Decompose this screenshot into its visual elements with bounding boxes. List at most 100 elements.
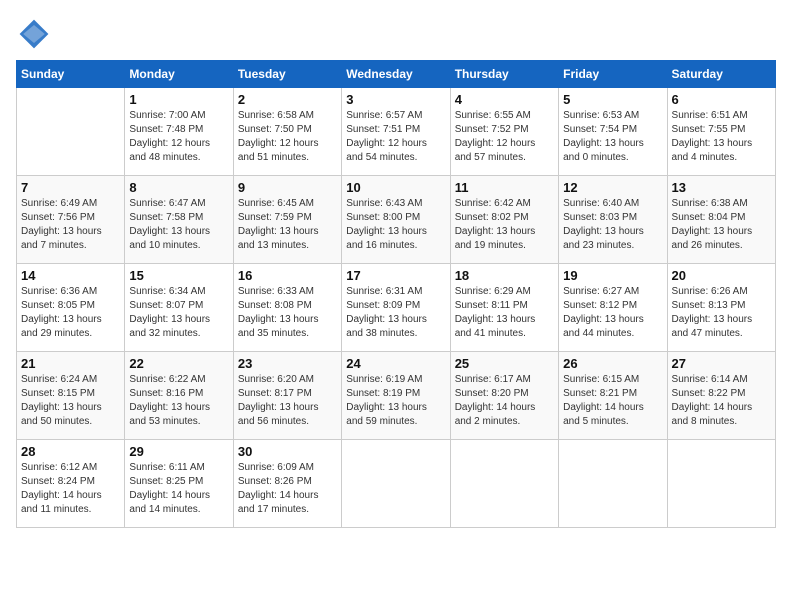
day-number: 2: [238, 92, 337, 107]
calendar-cell: 28 Sunrise: 6:12 AMSunset: 8:24 PMDaylig…: [17, 440, 125, 528]
day-info: Sunrise: 6:24 AMSunset: 8:15 PMDaylight:…: [21, 373, 120, 429]
calendar-cell: 10 Sunrise: 6:43 AMSunset: 8:00 PMDaylig…: [342, 176, 450, 264]
calendar-cell: 29 Sunrise: 6:11 AMSunset: 8:25 PMDaylig…: [125, 440, 233, 528]
day-number: 6: [672, 92, 771, 107]
day-number: 26: [563, 356, 662, 371]
calendar-cell: 9 Sunrise: 6:45 AMSunset: 7:59 PMDayligh…: [233, 176, 341, 264]
day-number: 1: [129, 92, 228, 107]
day-number: 17: [346, 268, 445, 283]
calendar-cell: 30 Sunrise: 6:09 AMSunset: 8:26 PMDaylig…: [233, 440, 341, 528]
day-info: Sunrise: 6:47 AMSunset: 7:58 PMDaylight:…: [129, 197, 228, 253]
day-info: Sunrise: 6:14 AMSunset: 8:22 PMDaylight:…: [672, 373, 771, 429]
day-info: Sunrise: 6:38 AMSunset: 8:04 PMDaylight:…: [672, 197, 771, 253]
weekday-header-monday: Monday: [125, 61, 233, 88]
day-number: 24: [346, 356, 445, 371]
calendar-cell: 16 Sunrise: 6:33 AMSunset: 8:08 PMDaylig…: [233, 264, 341, 352]
day-number: 13: [672, 180, 771, 195]
calendar-cell: 23 Sunrise: 6:20 AMSunset: 8:17 PMDaylig…: [233, 352, 341, 440]
calendar-cell: 14 Sunrise: 6:36 AMSunset: 8:05 PMDaylig…: [17, 264, 125, 352]
day-number: 20: [672, 268, 771, 283]
calendar-cell: [17, 88, 125, 176]
calendar-cell: 12 Sunrise: 6:40 AMSunset: 8:03 PMDaylig…: [559, 176, 667, 264]
calendar-cell: 13 Sunrise: 6:38 AMSunset: 8:04 PMDaylig…: [667, 176, 775, 264]
calendar-cell: 18 Sunrise: 6:29 AMSunset: 8:11 PMDaylig…: [450, 264, 558, 352]
day-info: Sunrise: 6:55 AMSunset: 7:52 PMDaylight:…: [455, 109, 554, 165]
calendar-cell: 11 Sunrise: 6:42 AMSunset: 8:02 PMDaylig…: [450, 176, 558, 264]
day-info: Sunrise: 6:17 AMSunset: 8:20 PMDaylight:…: [455, 373, 554, 429]
day-number: 19: [563, 268, 662, 283]
day-number: 7: [21, 180, 120, 195]
day-number: 23: [238, 356, 337, 371]
day-info: Sunrise: 6:27 AMSunset: 8:12 PMDaylight:…: [563, 285, 662, 341]
day-info: Sunrise: 6:45 AMSunset: 7:59 PMDaylight:…: [238, 197, 337, 253]
day-info: Sunrise: 6:43 AMSunset: 8:00 PMDaylight:…: [346, 197, 445, 253]
day-number: 22: [129, 356, 228, 371]
day-info: Sunrise: 6:53 AMSunset: 7:54 PMDaylight:…: [563, 109, 662, 165]
page-header: [16, 16, 776, 52]
calendar-cell: 24 Sunrise: 6:19 AMSunset: 8:19 PMDaylig…: [342, 352, 450, 440]
weekday-header-tuesday: Tuesday: [233, 61, 341, 88]
day-number: 28: [21, 444, 120, 459]
day-number: 15: [129, 268, 228, 283]
calendar-cell: 25 Sunrise: 6:17 AMSunset: 8:20 PMDaylig…: [450, 352, 558, 440]
day-info: Sunrise: 6:58 AMSunset: 7:50 PMDaylight:…: [238, 109, 337, 165]
calendar-cell: 22 Sunrise: 6:22 AMSunset: 8:16 PMDaylig…: [125, 352, 233, 440]
calendar-cell: 5 Sunrise: 6:53 AMSunset: 7:54 PMDayligh…: [559, 88, 667, 176]
day-info: Sunrise: 6:26 AMSunset: 8:13 PMDaylight:…: [672, 285, 771, 341]
calendar-cell: [667, 440, 775, 528]
day-info: Sunrise: 6:42 AMSunset: 8:02 PMDaylight:…: [455, 197, 554, 253]
weekday-header-thursday: Thursday: [450, 61, 558, 88]
day-number: 18: [455, 268, 554, 283]
day-number: 16: [238, 268, 337, 283]
day-number: 29: [129, 444, 228, 459]
day-number: 30: [238, 444, 337, 459]
day-info: Sunrise: 6:31 AMSunset: 8:09 PMDaylight:…: [346, 285, 445, 341]
calendar-cell: 2 Sunrise: 6:58 AMSunset: 7:50 PMDayligh…: [233, 88, 341, 176]
day-number: 8: [129, 180, 228, 195]
day-number: 11: [455, 180, 554, 195]
day-number: 9: [238, 180, 337, 195]
calendar-cell: 1 Sunrise: 7:00 AMSunset: 7:48 PMDayligh…: [125, 88, 233, 176]
day-number: 14: [21, 268, 120, 283]
day-info: Sunrise: 6:49 AMSunset: 7:56 PMDaylight:…: [21, 197, 120, 253]
calendar-cell: 4 Sunrise: 6:55 AMSunset: 7:52 PMDayligh…: [450, 88, 558, 176]
day-info: Sunrise: 6:15 AMSunset: 8:21 PMDaylight:…: [563, 373, 662, 429]
calendar-cell: 21 Sunrise: 6:24 AMSunset: 8:15 PMDaylig…: [17, 352, 125, 440]
day-info: Sunrise: 6:22 AMSunset: 8:16 PMDaylight:…: [129, 373, 228, 429]
calendar-cell: 6 Sunrise: 6:51 AMSunset: 7:55 PMDayligh…: [667, 88, 775, 176]
day-number: 10: [346, 180, 445, 195]
day-info: Sunrise: 6:29 AMSunset: 8:11 PMDaylight:…: [455, 285, 554, 341]
day-info: Sunrise: 6:36 AMSunset: 8:05 PMDaylight:…: [21, 285, 120, 341]
day-number: 3: [346, 92, 445, 107]
day-info: Sunrise: 6:09 AMSunset: 8:26 PMDaylight:…: [238, 461, 337, 517]
calendar-cell: [342, 440, 450, 528]
day-number: 25: [455, 356, 554, 371]
weekday-header-friday: Friday: [559, 61, 667, 88]
calendar-cell: 8 Sunrise: 6:47 AMSunset: 7:58 PMDayligh…: [125, 176, 233, 264]
day-info: Sunrise: 6:11 AMSunset: 8:25 PMDaylight:…: [129, 461, 228, 517]
day-number: 12: [563, 180, 662, 195]
weekday-header-wednesday: Wednesday: [342, 61, 450, 88]
day-info: Sunrise: 6:34 AMSunset: 8:07 PMDaylight:…: [129, 285, 228, 341]
calendar-cell: [559, 440, 667, 528]
calendar-cell: 26 Sunrise: 6:15 AMSunset: 8:21 PMDaylig…: [559, 352, 667, 440]
day-info: Sunrise: 6:51 AMSunset: 7:55 PMDaylight:…: [672, 109, 771, 165]
day-number: 4: [455, 92, 554, 107]
weekday-header-sunday: Sunday: [17, 61, 125, 88]
calendar-table: SundayMondayTuesdayWednesdayThursdayFrid…: [16, 60, 776, 528]
calendar-cell: 7 Sunrise: 6:49 AMSunset: 7:56 PMDayligh…: [17, 176, 125, 264]
day-info: Sunrise: 6:12 AMSunset: 8:24 PMDaylight:…: [21, 461, 120, 517]
day-info: Sunrise: 6:57 AMSunset: 7:51 PMDaylight:…: [346, 109, 445, 165]
weekday-header-saturday: Saturday: [667, 61, 775, 88]
calendar-cell: 20 Sunrise: 6:26 AMSunset: 8:13 PMDaylig…: [667, 264, 775, 352]
calendar-cell: [450, 440, 558, 528]
day-number: 27: [672, 356, 771, 371]
calendar-cell: 15 Sunrise: 6:34 AMSunset: 8:07 PMDaylig…: [125, 264, 233, 352]
logo: [16, 16, 56, 52]
calendar-cell: 3 Sunrise: 6:57 AMSunset: 7:51 PMDayligh…: [342, 88, 450, 176]
calendar-cell: 19 Sunrise: 6:27 AMSunset: 8:12 PMDaylig…: [559, 264, 667, 352]
day-info: Sunrise: 6:20 AMSunset: 8:17 PMDaylight:…: [238, 373, 337, 429]
day-info: Sunrise: 6:33 AMSunset: 8:08 PMDaylight:…: [238, 285, 337, 341]
day-info: Sunrise: 7:00 AMSunset: 7:48 PMDaylight:…: [129, 109, 228, 165]
day-info: Sunrise: 6:19 AMSunset: 8:19 PMDaylight:…: [346, 373, 445, 429]
